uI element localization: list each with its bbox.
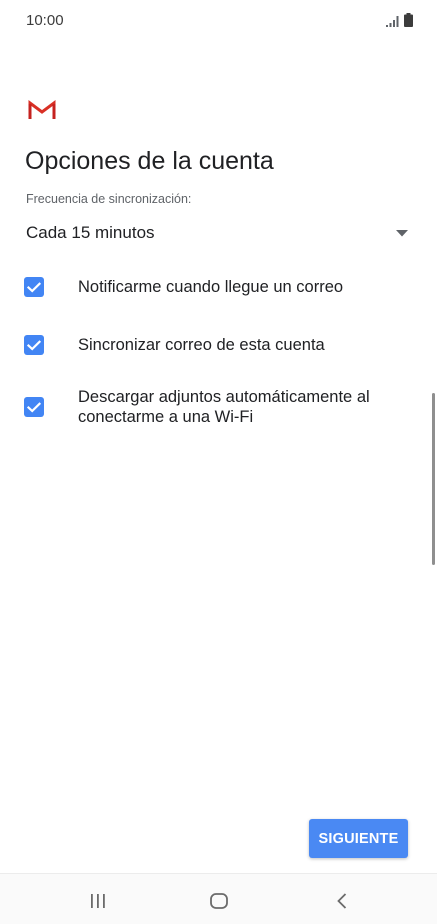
screen: 10:00 Opciones de la cuenta Frecuencia d… xyxy=(0,0,437,924)
back-icon[interactable] xyxy=(328,889,356,913)
option-label: Sincronizar correo de esta cuenta xyxy=(78,336,325,354)
status-bar: 10:00 xyxy=(0,0,437,44)
option-label: Descargar adjuntos automáticamente al co… xyxy=(78,388,370,426)
sync-frequency-dropdown[interactable]: Cada 15 minutos xyxy=(26,214,408,252)
checkbox-checked-icon[interactable] xyxy=(24,277,44,297)
page-title: Opciones de la cuenta xyxy=(25,147,274,175)
next-button[interactable]: SIGUIENTE xyxy=(309,819,408,858)
status-icons xyxy=(386,13,413,27)
checkbox-checked-icon[interactable] xyxy=(24,335,44,355)
signal-icon xyxy=(386,16,400,27)
navigation-bar xyxy=(0,873,437,924)
sync-frequency-label: Frecuencia de sincronización: xyxy=(26,192,192,206)
dropdown-arrow-icon xyxy=(396,229,408,237)
option-label: Notificarme cuando llegue un correo xyxy=(78,278,344,296)
battery-icon xyxy=(404,13,413,27)
option-notify-new-mail[interactable]: Notificarme cuando llegue un correo xyxy=(24,277,414,297)
option-sync-account-mail[interactable]: Sincronizar correo de esta cuenta xyxy=(24,335,414,355)
checkbox-checked-icon[interactable] xyxy=(24,397,44,417)
status-time: 10:00 xyxy=(26,12,64,29)
gmail-logo-icon xyxy=(28,100,56,120)
recent-apps-icon[interactable] xyxy=(84,889,112,913)
home-icon[interactable] xyxy=(205,889,233,913)
option-download-attachments-wifi[interactable]: Descargar adjuntos automáticamente al co… xyxy=(24,387,414,427)
scrollbar[interactable] xyxy=(432,393,435,565)
sync-frequency-value: Cada 15 minutos xyxy=(26,223,155,242)
